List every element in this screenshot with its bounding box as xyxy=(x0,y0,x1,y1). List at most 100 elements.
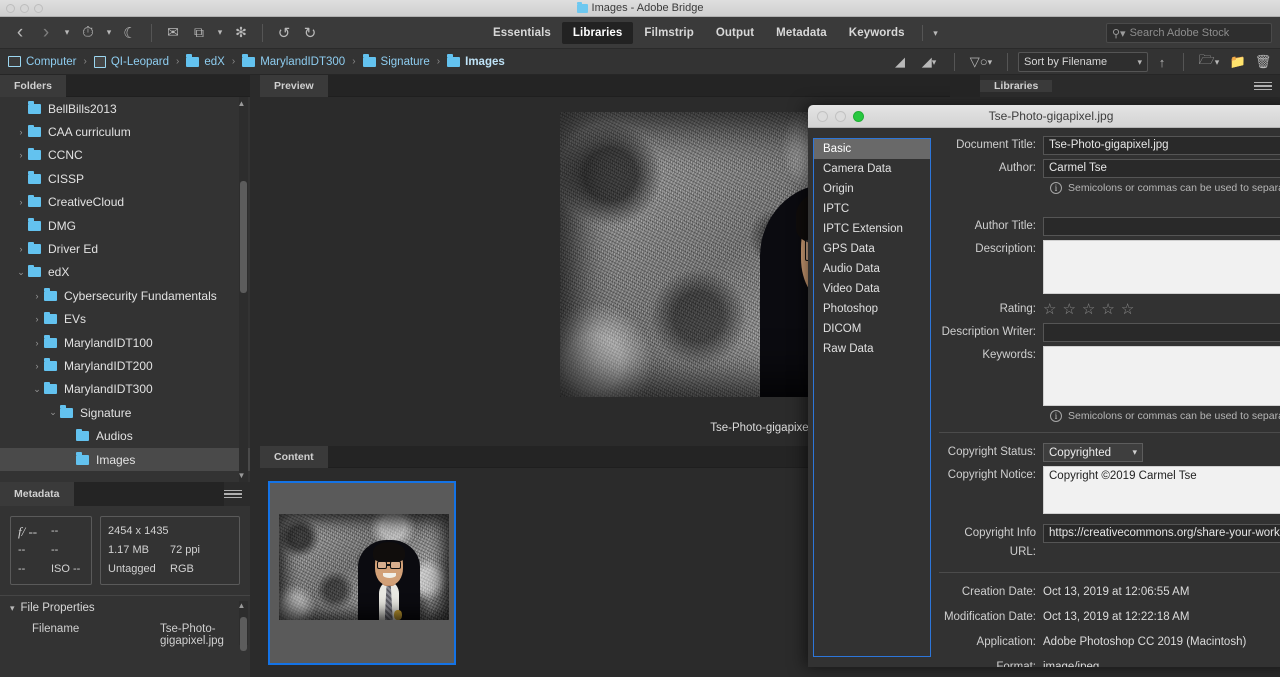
scroll-down-icon[interactable]: ▼ xyxy=(237,471,246,480)
dialog-nav-item-gps-data[interactable]: GPS Data xyxy=(814,239,930,259)
refine-stack-icon[interactable]: ⧉ xyxy=(187,21,211,45)
tab-folders[interactable]: Folders xyxy=(0,75,66,97)
dialog-nav-item-iptc-extension[interactable]: IPTC Extension xyxy=(814,219,930,239)
workspace-output[interactable]: Output xyxy=(705,22,765,44)
scroll-thumb[interactable] xyxy=(240,181,247,293)
folder-tree-item[interactable]: › MarylandIDT200 xyxy=(0,354,250,377)
breadcrumb-item-marylandidt300[interactable]: MarylandIDT300 xyxy=(242,54,345,68)
folder-tree-item[interactable]: › CAA curriculum xyxy=(0,120,250,143)
author-title-input[interactable] xyxy=(1043,217,1280,236)
rating-stars[interactable]: ☆ ☆ ☆ ☆ ☆ xyxy=(1043,300,1134,319)
scroll-up-icon[interactable]: ▲ xyxy=(237,601,246,610)
chevron-right-icon[interactable]: › xyxy=(14,197,28,207)
rotate-clockwise-icon[interactable]: ↻ xyxy=(298,21,322,45)
workspace-essentials[interactable]: Essentials xyxy=(482,22,562,44)
copyright-status-select[interactable]: Copyrighted ▾ xyxy=(1043,443,1143,462)
chevron-right-icon[interactable]: › xyxy=(30,361,44,371)
chevron-down-icon[interactable]: ⌄ xyxy=(46,407,60,418)
delete-icon[interactable]: 🗑 xyxy=(1252,51,1274,73)
rating-star[interactable]: ☆ xyxy=(1043,302,1056,317)
folder-tree-item[interactable]: ⌄ MarylandIDT300 xyxy=(0,378,250,401)
dialog-nav-item-photoshop[interactable]: Photoshop xyxy=(814,299,930,319)
panel-menu-icon[interactable] xyxy=(224,489,242,499)
dialog-nav-item-audio-data[interactable]: Audio Data xyxy=(814,259,930,279)
recent-dropdown-icon[interactable]: ▾ xyxy=(102,21,116,45)
boomerang-icon[interactable]: ☾ xyxy=(118,21,142,45)
filter-items-icon[interactable]: ▽○ ▾ xyxy=(965,51,997,73)
tab-content[interactable]: Content xyxy=(260,446,328,468)
filter-rating-dropdown-icon[interactable]: ◢ ▾ xyxy=(914,51,944,73)
folder-tree-item[interactable]: › Driver Ed xyxy=(0,237,250,260)
author-input[interactable]: Carmel Tse xyxy=(1043,159,1280,178)
breadcrumb-item-signature[interactable]: Signature xyxy=(362,54,430,68)
refine-dropdown-icon[interactable]: ▾ xyxy=(213,21,227,45)
breadcrumb-item-qi-leopard[interactable]: QI-Leopard xyxy=(93,55,169,68)
chevron-right-icon[interactable]: › xyxy=(14,150,28,160)
panel-menu-icon[interactable] xyxy=(1254,81,1272,91)
dialog-nav-item-basic[interactable]: Basic xyxy=(814,139,930,159)
chevron-right-icon[interactable]: › xyxy=(30,314,44,324)
dialog-category-list[interactable]: Basic Camera Data Origin IPTC IPTC Extension… xyxy=(813,138,931,657)
rotate-counterclockwise-icon[interactable]: ↺ xyxy=(272,21,296,45)
workspace-libraries[interactable]: Libraries xyxy=(561,22,634,44)
dialog-nav-item-iptc[interactable]: IPTC xyxy=(814,199,930,219)
tab-preview[interactable]: Preview xyxy=(260,75,328,97)
tab-metadata[interactable]: Metadata xyxy=(0,482,74,506)
rating-star[interactable]: ☆ xyxy=(1082,302,1095,317)
sort-ascending-icon[interactable]: ↑ xyxy=(1151,51,1173,73)
new-folder-icon[interactable]: 📁 xyxy=(1227,51,1249,73)
chevron-down-icon[interactable]: ⌄ xyxy=(30,384,44,395)
keywords-textarea[interactable] xyxy=(1043,346,1280,406)
chevron-right-icon[interactable]: › xyxy=(14,127,28,137)
breadcrumb-item-computer[interactable]: Computer xyxy=(8,56,77,68)
folder-tree-item[interactable]: › MarylandIDT100 xyxy=(0,331,250,354)
nav-dropdown-icon[interactable]: ▾ xyxy=(60,21,74,45)
forward-icon[interactable]: › xyxy=(34,21,58,45)
folder-tree-item[interactable]: ⌄ edX xyxy=(0,261,250,284)
thumbnail-item[interactable] xyxy=(268,481,456,665)
folder-tree-item[interactable]: › CreativeCloud xyxy=(0,191,250,214)
back-icon[interactable]: ‹ xyxy=(8,21,32,45)
recent-history-icon[interactable]: ⏱ xyxy=(76,21,100,45)
dialog-nav-item-video-data[interactable]: Video Data xyxy=(814,279,930,299)
rating-star[interactable]: ☆ xyxy=(1101,302,1114,317)
copyright-notice-textarea[interactable]: Copyright ©2019 Carmel Tse xyxy=(1043,466,1280,514)
dialog-nav-item-origin[interactable]: Origin xyxy=(814,179,930,199)
breadcrumb-item-edx[interactable]: edX xyxy=(186,54,225,68)
new-folder-recent-icon[interactable]: 🗁 ▾ xyxy=(1194,51,1224,73)
folder-tree-item[interactable]: › CCNC xyxy=(0,144,250,167)
description-textarea[interactable] xyxy=(1043,240,1280,294)
copyright-url-input[interactable]: https://creativecommons.org/share-your-w… xyxy=(1043,524,1280,543)
folder-tree-item[interactable]: Images xyxy=(0,447,250,472)
breadcrumb-item-images[interactable]: Images xyxy=(447,54,505,68)
workspace-keywords[interactable]: Keywords xyxy=(838,22,916,44)
folder-tree-item[interactable]: CISSP xyxy=(0,167,250,190)
folder-tree-item[interactable]: BellBills2013 xyxy=(0,97,250,120)
tab-libraries[interactable]: Libraries xyxy=(980,80,1053,92)
chevron-down-icon[interactable]: ⌄ xyxy=(14,267,28,278)
metadata-scrollbar[interactable]: ▲ xyxy=(237,601,248,651)
search-input[interactable]: ⚲▾ Search Adobe Stock xyxy=(1106,23,1272,43)
workspace-metadata[interactable]: Metadata xyxy=(765,22,838,44)
rating-star[interactable]: ☆ xyxy=(1062,302,1075,317)
file-properties-header[interactable]: ▾ File Properties xyxy=(10,602,240,614)
rating-star[interactable]: ☆ xyxy=(1121,302,1134,317)
chevron-right-icon[interactable]: › xyxy=(30,291,44,301)
workspace-filmstrip[interactable]: Filmstrip xyxy=(633,22,704,44)
open-in-camera-raw-icon[interactable]: ✻ xyxy=(229,21,253,45)
chevron-down-icon[interactable]: ▾ xyxy=(929,21,943,45)
description-writer-input[interactable] xyxy=(1043,323,1280,342)
folder-tree-item[interactable]: › EVs xyxy=(0,308,250,331)
scroll-up-icon[interactable]: ▲ xyxy=(237,99,246,108)
dialog-nav-item-camera-data[interactable]: Camera Data xyxy=(814,159,930,179)
chevron-right-icon[interactable]: › xyxy=(14,244,28,254)
folder-tree-item[interactable]: Audios xyxy=(0,424,250,447)
sort-dropdown[interactable]: Sort by Filename ▾ xyxy=(1018,52,1148,72)
document-title-input[interactable]: Tse-Photo-gigapixel.jpg xyxy=(1043,136,1280,155)
dialog-nav-item-raw-data[interactable]: Raw Data xyxy=(814,339,930,359)
camera-import-icon[interactable]: ✉ xyxy=(161,21,185,45)
scroll-thumb[interactable] xyxy=(240,617,247,651)
dialog-nav-item-dicom[interactable]: DICOM xyxy=(814,319,930,339)
folder-tree-item[interactable]: › Cybersecurity Fundamentals xyxy=(0,284,250,307)
folder-tree-item[interactable]: DMG xyxy=(0,214,250,237)
